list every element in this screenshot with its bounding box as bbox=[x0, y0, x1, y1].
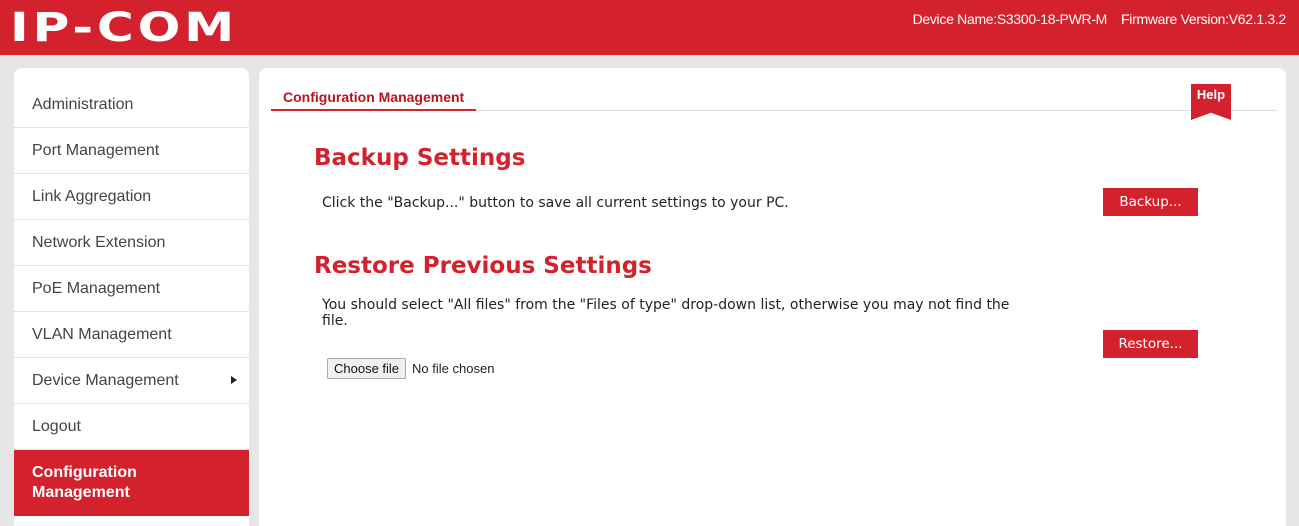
sidebar-item-device-management[interactable]: Device Management bbox=[14, 358, 249, 404]
sidebar-item-link-aggregation[interactable]: Link Aggregation bbox=[14, 174, 249, 220]
help-button[interactable]: Help bbox=[1191, 84, 1231, 120]
tab-bar: Configuration Management Help bbox=[271, 84, 1277, 120]
sidebar-item-administration[interactable]: Administration bbox=[14, 68, 249, 128]
sidebar-item-label: PoE Management bbox=[32, 279, 161, 297]
top-header: IP-COM Device Name:S3300-18-PWR-M Firmwar… bbox=[0, 0, 1299, 55]
sidebar-item-label: VLAN Management bbox=[32, 325, 172, 343]
sidebar-item-label: Link Aggregation bbox=[32, 187, 152, 205]
backup-button[interactable]: Backup... bbox=[1103, 188, 1198, 216]
logo-text: IP-COM bbox=[10, 5, 238, 47]
tab-configuration-management[interactable]: Configuration Management bbox=[271, 88, 477, 111]
backup-settings-title: Backup Settings bbox=[314, 145, 526, 171]
choose-file-button[interactable]: Choose file bbox=[327, 358, 407, 379]
backup-description: Click the "Backup..." button to save all… bbox=[322, 195, 789, 211]
restore-description: You should select "All files" from the "… bbox=[322, 297, 1010, 329]
file-picker: Choose file No file chosen bbox=[327, 358, 494, 379]
sidebar-item-label: Device Management bbox=[32, 371, 179, 389]
sidebar-item-poe-management[interactable]: PoE Management bbox=[14, 266, 249, 312]
sidebar-item-vlan-management[interactable]: VLAN Management bbox=[14, 312, 249, 358]
firmware-version: Firmware Version:V62.1.3.2 bbox=[1121, 11, 1286, 27]
sidebar-item-label: Administration bbox=[32, 95, 134, 113]
sidebar: Administration Port Management Link Aggr… bbox=[14, 68, 249, 526]
sidebar-item-label: Network Extension bbox=[32, 233, 166, 251]
ip-com-logo: IP-COM bbox=[10, 5, 238, 47]
sidebar-item-label: Logout bbox=[32, 417, 81, 435]
device-name: Device Name:S3300-18-PWR-M bbox=[912, 11, 1108, 27]
sidebar-item-label: Configuration Management bbox=[32, 464, 137, 501]
restore-button[interactable]: Restore... bbox=[1103, 330, 1198, 358]
sidebar-item-port-management[interactable]: Port Management bbox=[14, 128, 249, 174]
submenu-arrow-icon bbox=[231, 376, 237, 384]
sidebar-item-network-extension[interactable]: Network Extension bbox=[14, 220, 249, 266]
restore-settings-title: Restore Previous Settings bbox=[314, 253, 652, 279]
sidebar-item-logout[interactable]: Logout bbox=[14, 404, 249, 450]
device-info: Device Name:S3300-18-PWR-M Firmware Versi… bbox=[912, 11, 1287, 27]
sidebar-item-label: Port Management bbox=[32, 141, 160, 159]
file-status-text: No file chosen bbox=[412, 361, 495, 376]
main-panel: Configuration Management Help Backup Set… bbox=[259, 68, 1286, 526]
sidebar-item-configuration-management[interactable]: Configuration Management bbox=[14, 450, 249, 516]
